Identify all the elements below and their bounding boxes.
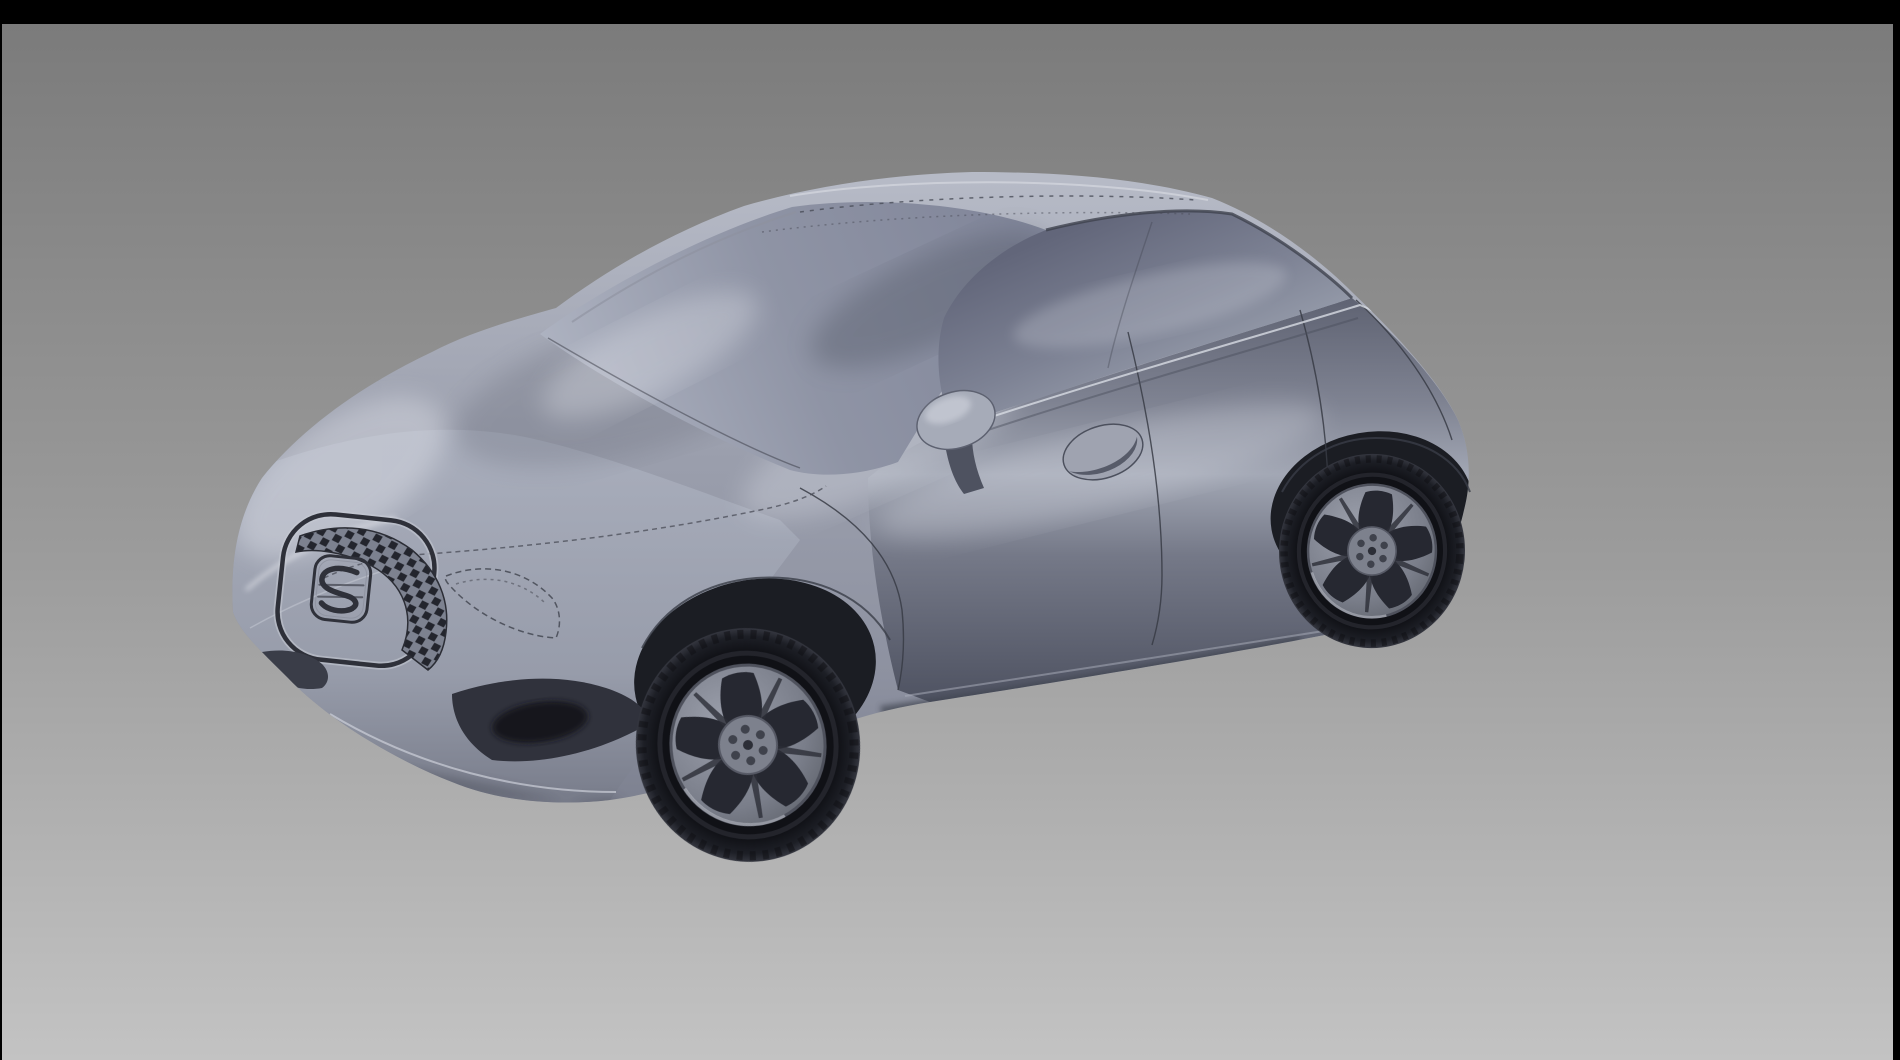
letterbox-top-bar bbox=[0, 0, 1900, 24]
far-side-mirror-bump bbox=[496, 259, 558, 313]
viewport-3d[interactable] bbox=[0, 0, 1900, 1060]
car-model bbox=[208, 172, 1487, 880]
screenshot-stage bbox=[0, 0, 1900, 1060]
letterbox-right-edge bbox=[1893, 0, 1900, 1060]
letterbox-left-edge bbox=[0, 0, 2, 1060]
